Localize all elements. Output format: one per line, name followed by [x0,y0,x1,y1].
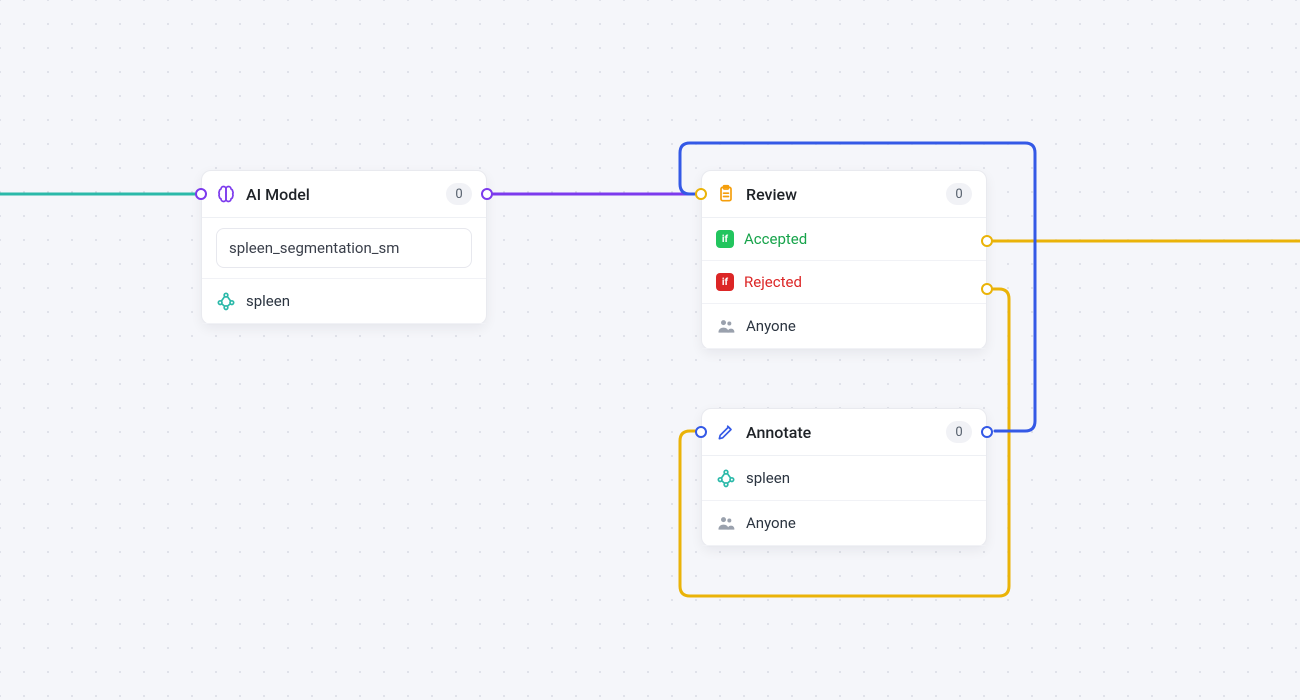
tag-label: spleen [746,469,790,487]
accepted-label: Accepted [744,230,807,248]
node-header[interactable]: Annotate 0 [702,409,986,456]
node-title: AI Model [246,185,436,204]
count-badge: 0 [946,421,972,443]
assignee-label: Anyone [746,317,796,335]
rejected-label: Rejected [744,273,802,291]
condition-rejected-row[interactable]: if Rejected [702,261,986,304]
assignee-row[interactable]: Anyone [702,304,986,349]
condition-accepted-row[interactable]: if Accepted [702,218,986,261]
users-icon [716,513,736,533]
assignee-label: Anyone [746,514,796,532]
model-row[interactable]: spleen_segmentation_sm [202,218,486,279]
port-out-accepted[interactable] [981,235,993,247]
tag-row[interactable]: spleen [202,279,486,324]
clipboard-icon [716,184,736,204]
assignee-row[interactable]: Anyone [702,501,986,546]
count-badge: 0 [946,183,972,205]
if-badge-icon: if [716,273,734,291]
tag-row[interactable]: spleen [702,456,986,501]
port-out[interactable] [981,426,993,438]
node-header[interactable]: Review 0 [702,171,986,218]
port-out-rejected[interactable] [981,283,993,295]
node-ai-model[interactable]: AI Model 0 spleen_segmentation_sm spleen [201,170,487,325]
count-badge: 0 [446,183,472,205]
port-out[interactable] [481,188,493,200]
connection-wires [0,0,1300,700]
node-review[interactable]: Review 0 if Accepted if Rejected Anyone [701,170,987,350]
port-in[interactable] [195,188,207,200]
node-header[interactable]: AI Model 0 [202,171,486,218]
port-in[interactable] [695,188,707,200]
port-in[interactable] [695,426,707,438]
model-name-chip[interactable]: spleen_segmentation_sm [216,228,472,268]
tag-label: spleen [246,292,290,310]
users-icon [716,316,736,336]
node-title: Review [746,185,936,204]
if-badge-icon: if [716,230,734,248]
pencil-icon [716,422,736,442]
node-title: Annotate [746,423,936,442]
workflow-canvas[interactable]: AI Model 0 spleen_segmentation_sm spleen [0,0,1300,700]
node-annotate[interactable]: Annotate 0 spleen Anyone [701,408,987,547]
ontology-icon [716,468,736,488]
brain-icon [216,184,236,204]
ontology-icon [216,291,236,311]
